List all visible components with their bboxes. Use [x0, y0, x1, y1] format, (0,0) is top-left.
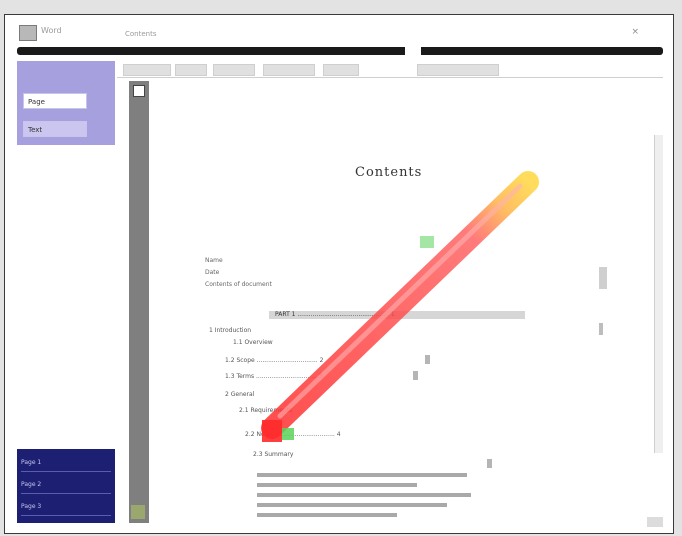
toolbar [117, 61, 663, 78]
margin-mark [599, 267, 607, 289]
sidebar-item-page[interactable]: Page [23, 93, 87, 109]
toolbar-button[interactable] [213, 64, 255, 76]
vertical-scrollbar[interactable] [654, 135, 663, 453]
menu-strip [17, 47, 663, 55]
toc-line: 1.2 Scope ..............................… [225, 357, 324, 364]
scrollbar-corner [647, 517, 663, 527]
sidebar: Page Text Page 1 Page 2 Page 3 [17, 61, 115, 523]
sidebar-footer: Page 1 Page 2 Page 3 [17, 449, 115, 523]
text-line [257, 503, 447, 507]
toc-line: 2.3 Summary [253, 451, 294, 458]
sidebar-header: Page Text [17, 61, 115, 145]
sidebar-footer-item[interactable]: Page 2 [21, 477, 111, 494]
meta-line: Date [205, 269, 220, 276]
toolbar-button[interactable] [123, 64, 171, 76]
page-number-mark [413, 371, 418, 380]
toc-line: 2.2 Notes ..............................… [245, 431, 341, 438]
page-number-mark [487, 459, 492, 468]
toc-line: 1.3 Terms ..............................… [225, 373, 323, 380]
sidebar-footer-item[interactable]: Page 3 [21, 499, 111, 516]
toc-line: 1 Introduction [209, 327, 252, 334]
app-title: Word [41, 26, 62, 35]
ruler-footer-button[interactable] [131, 505, 145, 519]
margin-mark [599, 323, 603, 335]
page-number-mark [425, 355, 430, 364]
close-icon[interactable]: × [631, 27, 639, 37]
toolbar-button[interactable] [175, 64, 207, 76]
text-line [257, 473, 467, 477]
meta-line: Contents of document [205, 281, 272, 288]
text-line [257, 493, 471, 497]
meta-line: Name [205, 257, 223, 264]
text-line [257, 483, 417, 487]
sidebar-item-text[interactable]: Text [23, 121, 87, 137]
menu-strip-gap [405, 45, 421, 55]
document-page[interactable]: Contents Name Date Contents of document … [149, 81, 641, 529]
application-window: Word Contents × Page Text Page 1 Page 2 … [4, 14, 674, 534]
document-path: Contents [125, 30, 157, 38]
sidebar-footer-item[interactable]: Page 1 [21, 455, 111, 472]
vertical-ruler [129, 81, 149, 523]
document-heading: Contents [355, 165, 423, 180]
toc-line: 1.1 Overview [233, 339, 273, 346]
toolbar-button[interactable] [417, 64, 499, 76]
text-line [257, 513, 397, 517]
toc-line: 2 General [225, 391, 255, 398]
toc-line: 2.1 Requirements [239, 407, 293, 414]
toolbar-button[interactable] [323, 64, 359, 76]
ruler-toggle[interactable] [133, 85, 145, 97]
toolbar-button[interactable] [263, 64, 315, 76]
document-icon [19, 25, 37, 41]
toc-header-row: PART 1 .................................… [269, 311, 525, 319]
